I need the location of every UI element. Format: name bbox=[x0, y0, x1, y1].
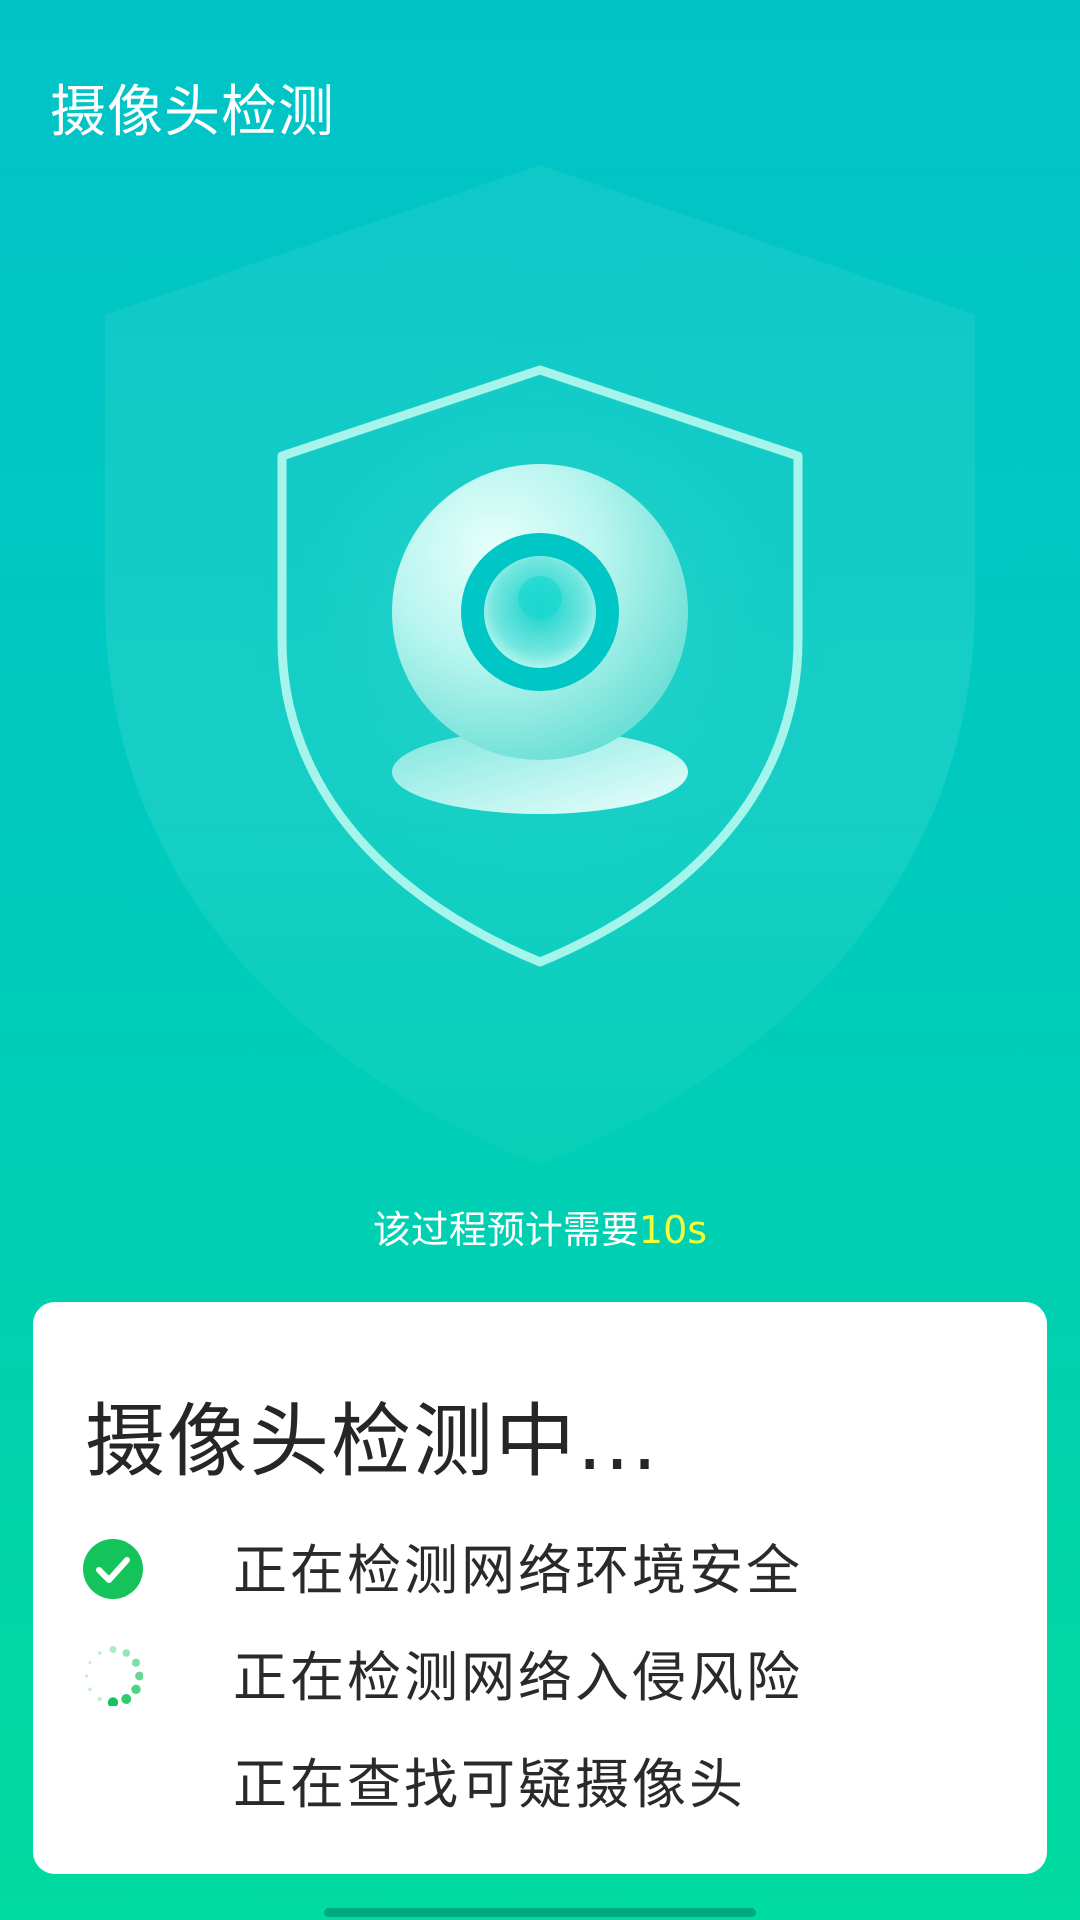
step-label: 正在查找可疑摄像头 bbox=[233, 1753, 746, 1816]
step-find-suspicious-camera: 正在查找可疑摄像头 bbox=[83, 1743, 983, 1823]
step-label: 正在检测网络环境安全 bbox=[233, 1539, 803, 1602]
home-indicator[interactable] bbox=[324, 1908, 756, 1917]
shield-camera-illustration bbox=[105, 165, 975, 1165]
spinner-icon bbox=[84, 1646, 143, 1706]
step-network-environment: 正在检测网络环境安全 bbox=[83, 1529, 983, 1609]
step-label: 正在检测网络入侵风险 bbox=[233, 1646, 803, 1709]
step-intrusion-risk: 正在检测网络入侵风险 bbox=[83, 1636, 983, 1716]
estimate-prefix: 该过程预计需要 bbox=[372, 1208, 639, 1252]
estimate-text: 该过程预计需要10s bbox=[0, 1205, 1080, 1255]
card-title: 摄像头检测中... bbox=[85, 1395, 660, 1488]
detection-card: 摄像头检测中... 正在检测网络环境安全 正在检测网络入侵风险 正在查找可疑摄像… bbox=[33, 1302, 1047, 1874]
check-circle-icon bbox=[83, 1539, 143, 1599]
estimate-duration: 10s bbox=[638, 1208, 708, 1252]
camera-detection-screen: 摄像头检测 该过程预计需要10s 摄像头检测中... 正在检测网络环境安全 正在… bbox=[0, 0, 1080, 1920]
